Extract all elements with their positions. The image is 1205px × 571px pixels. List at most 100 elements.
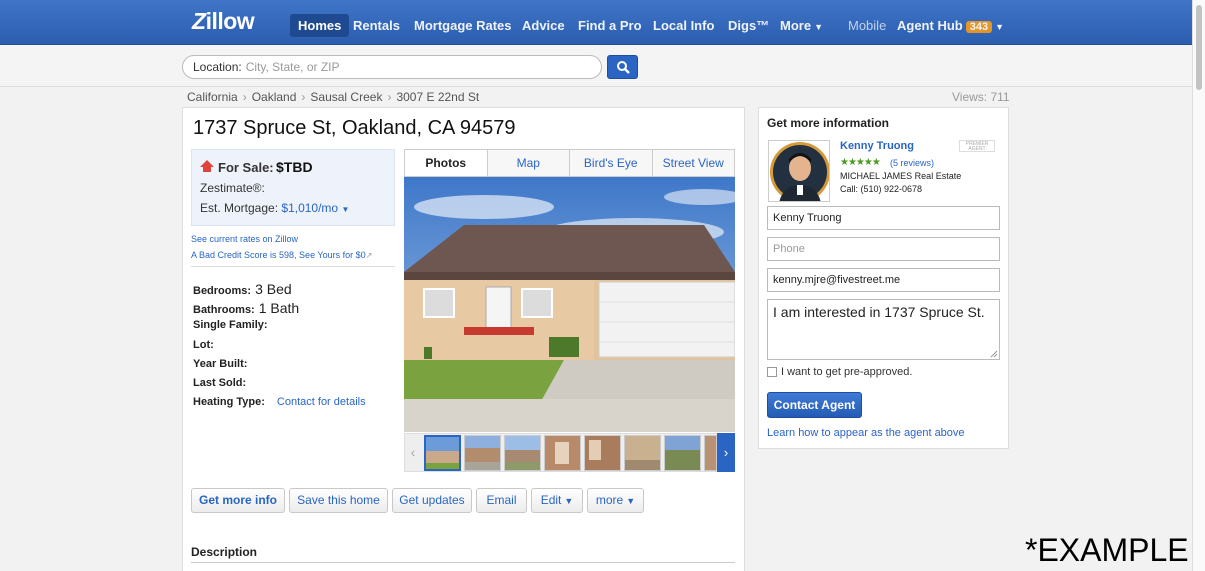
agent-phone: Call: (510) 922-0678	[840, 184, 923, 194]
thumbnail-image	[665, 436, 700, 470]
current-rates-link[interactable]: See current rates on Zillow	[191, 234, 298, 244]
get-more-info-button[interactable]: Get more info	[191, 488, 285, 513]
nav-rentals[interactable]: Rentals	[345, 14, 408, 37]
save-home-button[interactable]: Save this home	[289, 488, 388, 513]
star-rating-icon: ★★★★★	[840, 157, 881, 168]
breadcrumb-sausal-creek[interactable]: Sausal Creek	[310, 90, 382, 104]
contact-agent-button[interactable]: Contact Agent	[767, 392, 862, 418]
chevron-right-icon: ›	[301, 90, 306, 104]
magnifier-icon	[617, 61, 630, 74]
more-dropdown-button[interactable]: more ▼	[587, 488, 644, 513]
breadcrumb-oakland[interactable]: Oakland	[252, 90, 297, 104]
credit-score-ad-link[interactable]: A Bad Credit Score is 598, See Yours for…	[191, 250, 372, 260]
bedrooms-label: Bedrooms:	[193, 285, 252, 297]
chevron-right-icon: ›	[242, 90, 247, 104]
email-field[interactable]: kenny.mjre@fivestreet.me	[767, 268, 1000, 292]
nav-mortgage-rates[interactable]: Mortgage Rates	[406, 14, 520, 37]
external-link-icon: ↗	[365, 251, 373, 260]
tab-birds-eye[interactable]: Bird's Eye	[569, 150, 652, 176]
chevron-left-icon[interactable]: ‹	[404, 433, 422, 472]
preapproved-checkbox[interactable]	[767, 367, 777, 377]
premier-agent-badge: PREMIER AGENT	[959, 140, 995, 152]
nav-advice[interactable]: Advice	[514, 14, 573, 37]
heating-contact-link[interactable]: Contact for details	[277, 396, 366, 408]
fact-bedrooms: Bedrooms: 3 Bed	[193, 281, 393, 300]
for-sale-label: For Sale:	[218, 160, 274, 175]
bathrooms-value: 1 Bath	[258, 300, 300, 317]
location-search-input[interactable]: Location: City, State, or ZIP	[182, 55, 602, 79]
tab-map[interactable]: Map	[486, 150, 570, 176]
fact-bathrooms: Bathrooms: 1 Bath	[193, 300, 393, 319]
view-count: Views: 711	[952, 90, 1010, 104]
nav-more[interactable]: More ▼	[772, 14, 831, 37]
listing-price: $TBD	[276, 159, 313, 175]
house-photo[interactable]	[404, 177, 735, 432]
breadcrumb: California › Oakland › Sausal Creek › 3007 E 2…	[187, 90, 479, 104]
edit-dropdown-button[interactable]: Edit ▼	[531, 488, 583, 513]
search-button[interactable]	[607, 55, 638, 79]
est-mortgage-value: $1,010/mo	[281, 201, 339, 215]
fact-lot: Lot:	[193, 339, 393, 358]
tab-street-view[interactable]: Street View	[651, 150, 735, 176]
photo-thumbnail[interactable]	[504, 435, 541, 471]
divider	[191, 562, 735, 563]
est-mortgage-label: Est. Mortgage:	[200, 201, 279, 215]
phone-field[interactable]: Phone	[767, 237, 1000, 261]
divider	[191, 266, 395, 267]
est-mortgage: Est. Mortgage: $1,010/mo ▼	[200, 201, 349, 215]
chevron-down-icon: ▼	[626, 496, 636, 506]
lot-label: Lot:	[193, 338, 214, 351]
chevron-right-icon: ›	[387, 90, 392, 104]
fact-last-sold: Last Sold:	[193, 377, 393, 396]
listing-address: 1737 Spruce St, Oakland, CA 94579	[193, 117, 516, 139]
agent-company: MICHAEL JAMES Real Estate	[840, 171, 962, 181]
photo-thumbnail[interactable]	[624, 435, 661, 471]
search-placeholder: City, State, or ZIP	[245, 60, 340, 74]
chevron-right-icon[interactable]: ›	[717, 433, 735, 472]
nav-find-a-pro[interactable]: Find a Pro	[570, 14, 650, 37]
agent-name-link[interactable]: Kenny Truong	[840, 140, 914, 152]
nav-homes[interactable]: Homes	[290, 14, 350, 37]
scrollbar-thumb[interactable]	[1196, 5, 1202, 90]
message-field[interactable]: I am interested in 1737 Spruce St.	[767, 299, 1000, 360]
get-updates-button[interactable]: Get updates	[392, 488, 472, 513]
reviews-link[interactable]: (5 reviews)	[890, 158, 934, 168]
breadcrumb-address[interactable]: 3007 E 22nd St	[396, 90, 479, 104]
tab-photos[interactable]: Photos	[405, 150, 487, 176]
nav-local-info[interactable]: Local Info	[645, 14, 722, 37]
learn-more-link[interactable]: Learn how to appear as the agent above	[767, 427, 965, 439]
photo-thumbnail[interactable]	[544, 435, 581, 471]
search-label: Location:	[193, 60, 242, 74]
agent-avatar[interactable]	[768, 140, 830, 202]
nav-mobile[interactable]: Mobile	[840, 14, 894, 37]
zillow-logo[interactable]: Zillow	[192, 8, 255, 35]
for-sale-house-icon	[200, 160, 214, 172]
credit-score-ad-text: A Bad Credit Score is 598, See Yours for…	[191, 250, 366, 260]
email-button[interactable]: Email	[476, 488, 527, 513]
type-label: Single Family:	[193, 319, 268, 332]
fact-type: Single Family:	[193, 319, 393, 338]
more-label: more	[595, 493, 624, 507]
photo-thumbnail[interactable]	[584, 435, 621, 471]
chevron-down-icon: ▼	[995, 22, 1004, 32]
photo-tabs: Photos Map Bird's Eye Street View	[404, 149, 735, 177]
fact-heating: Heating Type: Contact for details	[193, 396, 393, 415]
house-photo-image	[404, 177, 735, 432]
nav-digs[interactable]: Digs™	[720, 14, 777, 37]
est-mortgage-dropdown[interactable]: $1,010/mo ▼	[281, 201, 349, 215]
nav-agent-hub[interactable]: Agent Hub 343 ▼	[889, 14, 1012, 37]
bedrooms-value: 3 Bed	[255, 281, 292, 297]
breadcrumb-california[interactable]: California	[187, 90, 238, 104]
photo-thumbnail[interactable]	[464, 435, 501, 471]
description-heading: Description	[191, 545, 258, 559]
thumbnail-image	[625, 436, 660, 470]
home-facts: Bedrooms: 3 Bed Bathrooms: 1 Bath Single F…	[193, 281, 393, 415]
chevron-down-icon: ▼	[564, 496, 574, 506]
zestimate-label: Zestimate®:	[200, 181, 265, 195]
photo-thumbnail[interactable]	[424, 435, 461, 471]
photo-thumbnail[interactable]	[664, 435, 701, 471]
photo-thumbnail[interactable]	[704, 435, 717, 471]
heating-label: Heating Type:	[193, 396, 265, 409]
resize-grip-icon[interactable]	[990, 350, 998, 358]
name-field[interactable]: Kenny Truong	[767, 206, 1000, 230]
